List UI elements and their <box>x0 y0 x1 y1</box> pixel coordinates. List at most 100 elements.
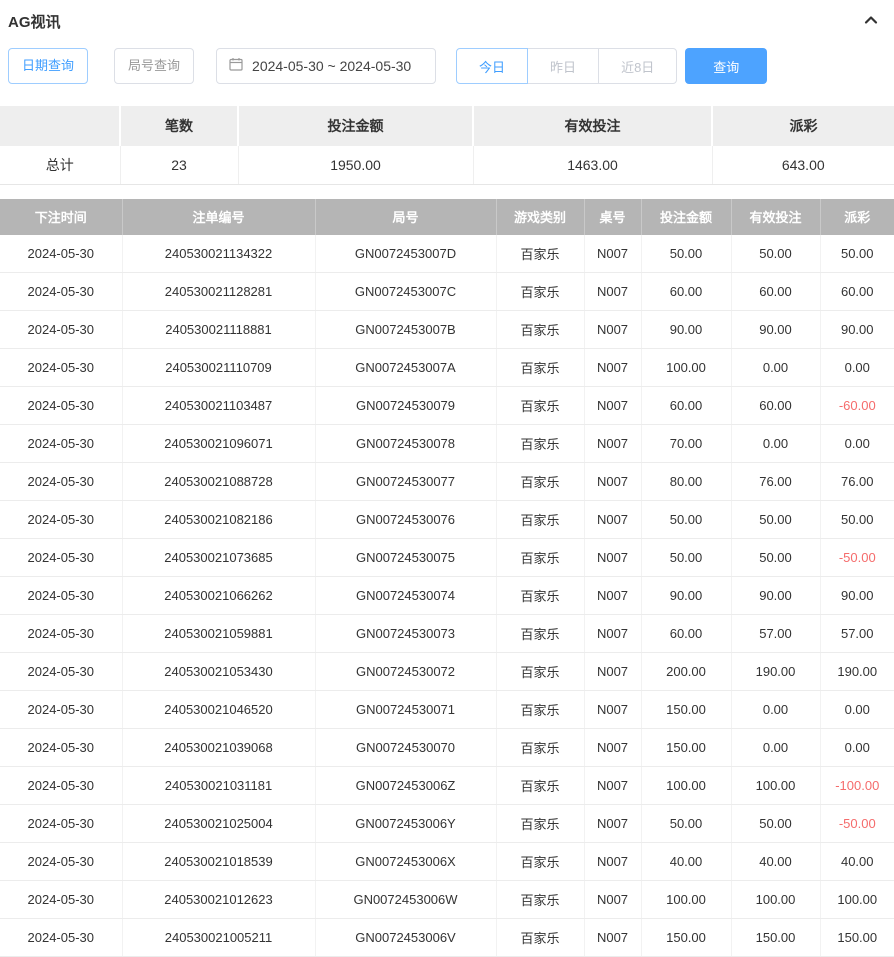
table-row: 2024-05-30 240530021012623 GN0072453006W… <box>0 881 894 919</box>
order-id-cell: 240530021046520 <box>122 691 315 729</box>
valid-bet-cell: 50.00 <box>731 805 820 843</box>
game-type-cell: 百家乐 <box>496 235 584 273</box>
search-button[interactable]: 查询 <box>685 48 767 84</box>
payout-cell: 150.00 <box>820 919 894 957</box>
summary-header-valid-bet: 有效投注 <box>473 106 712 146</box>
round-id-cell: GN0072453007C <box>315 273 496 311</box>
table-no-cell: N007 <box>584 919 641 957</box>
bet-time-cell: 2024-05-30 <box>0 425 122 463</box>
filter-bar: 日期查询 局号查询 2024-05-30 ~ 2024-05-30 今日 昨日 … <box>8 48 886 84</box>
round-id-cell: GN00724530076 <box>315 501 496 539</box>
table-no-cell: N007 <box>584 501 641 539</box>
valid-bet-cell: 50.00 <box>731 539 820 577</box>
payout-cell: 0.00 <box>820 729 894 767</box>
valid-bet-cell: 60.00 <box>731 387 820 425</box>
order-id-cell: 240530021053430 <box>122 653 315 691</box>
date-query-tab[interactable]: 日期查询 <box>8 48 88 84</box>
bet-time-cell: 2024-05-30 <box>0 463 122 501</box>
valid-bet-cell: 100.00 <box>731 881 820 919</box>
payout-cell: -60.00 <box>820 387 894 425</box>
last-8-days-button[interactable]: 近8日 <box>598 48 677 84</box>
game-type-cell: 百家乐 <box>496 881 584 919</box>
table-row: 2024-05-30 240530021118881 GN0072453007B… <box>0 311 894 349</box>
table-no-cell: N007 <box>584 539 641 577</box>
bet-time-cell: 2024-05-30 <box>0 653 122 691</box>
records-header-table-no: 桌号 <box>584 199 641 235</box>
table-row: 2024-05-30 240530021039068 GN00724530070… <box>0 729 894 767</box>
payout-cell: 76.00 <box>820 463 894 501</box>
chevron-up-icon <box>862 11 880 32</box>
round-query-tab[interactable]: 局号查询 <box>114 48 194 84</box>
game-type-cell: 百家乐 <box>496 425 584 463</box>
payout-cell: 0.00 <box>820 349 894 387</box>
valid-bet-cell: 0.00 <box>731 425 820 463</box>
order-id-cell: 240530021031181 <box>122 767 315 805</box>
order-id-cell: 240530021012623 <box>122 881 315 919</box>
table-row: 2024-05-30 240530021088728 GN00724530077… <box>0 463 894 501</box>
valid-bet-cell: 0.00 <box>731 349 820 387</box>
bet-time-cell: 2024-05-30 <box>0 729 122 767</box>
round-id-cell: GN00724530077 <box>315 463 496 501</box>
valid-bet-cell: 90.00 <box>731 311 820 349</box>
table-no-cell: N007 <box>584 387 641 425</box>
order-id-cell: 240530021082186 <box>122 501 315 539</box>
valid-bet-cell: 40.00 <box>731 843 820 881</box>
summary-table: 笔数 投注金额 有效投注 派彩 总计 23 1950.00 1463.00 64… <box>0 106 894 185</box>
payout-cell: -100.00 <box>820 767 894 805</box>
records-table: 下注时间 注单编号 局号 游戏类别 桌号 投注金额 有效投注 派彩 2024-0… <box>0 199 894 957</box>
table-no-cell: N007 <box>584 349 641 387</box>
bet-time-cell: 2024-05-30 <box>0 881 122 919</box>
summary-payout-value: 643.00 <box>712 146 894 184</box>
quick-range-group: 今日 昨日 近8日 <box>456 48 677 84</box>
valid-bet-cell: 57.00 <box>731 615 820 653</box>
bet-amount-cell: 90.00 <box>641 577 731 615</box>
table-no-cell: N007 <box>584 235 641 273</box>
table-no-cell: N007 <box>584 653 641 691</box>
valid-bet-cell: 60.00 <box>731 273 820 311</box>
payout-cell: 60.00 <box>820 273 894 311</box>
bet-amount-cell: 70.00 <box>641 425 731 463</box>
valid-bet-cell: 150.00 <box>731 919 820 957</box>
bet-amount-cell: 150.00 <box>641 729 731 767</box>
round-id-cell: GN00724530075 <box>315 539 496 577</box>
order-id-cell: 240530021088728 <box>122 463 315 501</box>
yesterday-button[interactable]: 昨日 <box>527 48 599 84</box>
table-row: 2024-05-30 240530021018539 GN0072453006X… <box>0 843 894 881</box>
bet-amount-cell: 50.00 <box>641 235 731 273</box>
date-range-value: 2024-05-30 ~ 2024-05-30 <box>252 58 411 74</box>
bet-time-cell: 2024-05-30 <box>0 273 122 311</box>
bet-time-cell: 2024-05-30 <box>0 539 122 577</box>
order-id-cell: 240530021134322 <box>122 235 315 273</box>
bet-amount-cell: 50.00 <box>641 805 731 843</box>
game-type-cell: 百家乐 <box>496 349 584 387</box>
game-type-cell: 百家乐 <box>496 577 584 615</box>
table-no-cell: N007 <box>584 463 641 501</box>
bet-time-cell: 2024-05-30 <box>0 501 122 539</box>
table-row: 2024-05-30 240530021134322 GN0072453007D… <box>0 235 894 273</box>
order-id-cell: 240530021018539 <box>122 843 315 881</box>
table-no-cell: N007 <box>584 881 641 919</box>
payout-cell: 0.00 <box>820 425 894 463</box>
table-row: 2024-05-30 240530021025004 GN0072453006Y… <box>0 805 894 843</box>
game-type-cell: 百家乐 <box>496 501 584 539</box>
summary-header-count: 笔数 <box>120 106 238 146</box>
summary-total-row: 总计 23 1950.00 1463.00 643.00 <box>0 146 894 184</box>
summary-header-bet-amount: 投注金额 <box>238 106 473 146</box>
records-header-valid-bet: 有效投注 <box>731 199 820 235</box>
summary-bet-amount-value: 1950.00 <box>238 146 473 184</box>
summary-header-payout: 派彩 <box>712 106 894 146</box>
date-range-picker[interactable]: 2024-05-30 ~ 2024-05-30 <box>216 48 436 84</box>
records-header-bet-amount: 投注金额 <box>641 199 731 235</box>
page-title: AG视讯 <box>8 11 61 32</box>
summary-valid-bet-value: 1463.00 <box>473 146 712 184</box>
round-id-cell: GN0072453007D <box>315 235 496 273</box>
payout-cell: 50.00 <box>820 235 894 273</box>
summary-total-label: 总计 <box>0 146 120 184</box>
bet-amount-cell: 50.00 <box>641 539 731 577</box>
bet-time-cell: 2024-05-30 <box>0 577 122 615</box>
game-type-cell: 百家乐 <box>496 767 584 805</box>
today-button[interactable]: 今日 <box>456 48 528 84</box>
collapse-panel-button[interactable] <box>862 11 880 32</box>
bet-amount-cell: 60.00 <box>641 615 731 653</box>
game-type-cell: 百家乐 <box>496 463 584 501</box>
